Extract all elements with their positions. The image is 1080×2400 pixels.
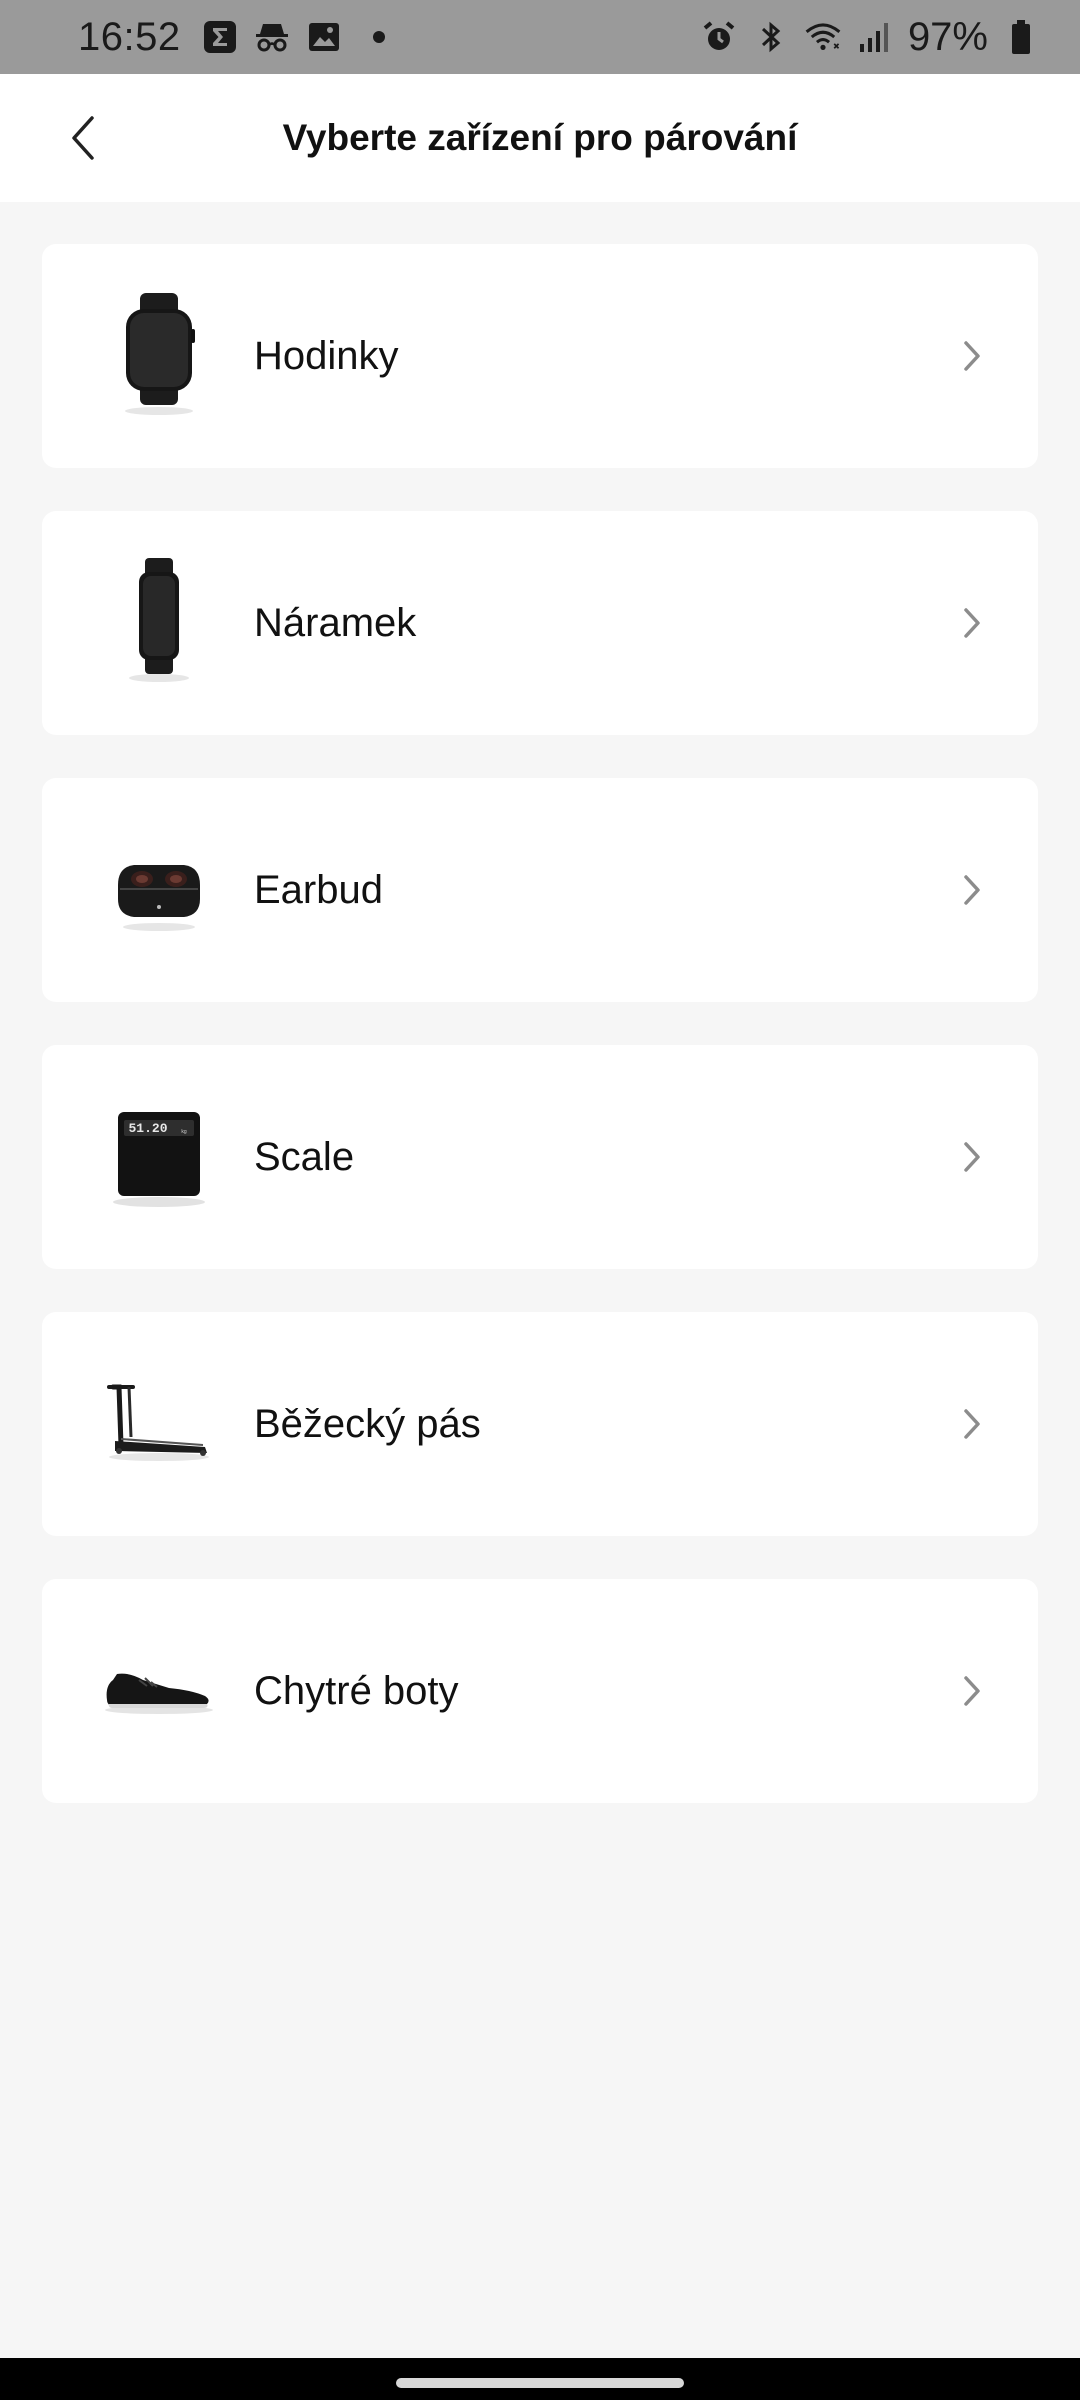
device-label: Earbud [254,867,383,912]
bluetooth-icon [752,18,790,56]
device-label: Běžecký pás [254,1401,481,1446]
chevron-right-icon [942,593,1002,653]
alarm-icon [700,18,738,56]
scale-reading: 51.20 [128,1121,167,1136]
incognito-icon [253,18,291,56]
home-gesture-pill[interactable] [396,2378,684,2388]
scale-icon: 51.20 kg [94,1085,224,1225]
device-item-scale[interactable]: 51.20 kg Scale [42,1045,1038,1269]
svg-text:kg: kg [181,1129,187,1135]
chevron-right-icon [942,1127,1002,1187]
status-bar: 16:52 97% [0,0,1080,74]
status-time: 16:52 [78,14,181,59]
device-item-shoes[interactable]: Chytré boty [42,1579,1038,1803]
device-label: Chytré boty [254,1668,459,1713]
header: Vyberte zařízení pro párování [0,74,1080,202]
device-item-watch[interactable]: Hodinky [42,244,1038,468]
back-button[interactable] [48,104,116,172]
device-item-treadmill[interactable]: Běžecký pás [42,1312,1038,1536]
chevron-right-icon [942,326,1002,386]
page-title: Vyberte zařízení pro párování [282,117,798,158]
sigma-app-icon [201,18,239,56]
chevron-right-icon [942,1661,1002,1721]
signal-icon [856,18,894,56]
battery-icon [1002,18,1040,56]
chevron-right-icon [942,860,1002,920]
fitness-band-icon [94,551,224,691]
battery-percent: 97% [907,14,988,59]
back-arrow-icon [72,116,94,160]
device-label: Náramek [254,600,417,645]
wifi-icon [804,18,842,56]
notification-dot-icon [372,31,385,43]
device-label: Hodinky [254,333,399,378]
smartwatch-icon [94,284,224,424]
gallery-icon [305,18,343,56]
device-label: Scale [254,1134,355,1179]
device-item-band[interactable]: Náramek [42,511,1038,735]
system-nav-bar [0,2358,1080,2400]
device-item-earbud[interactable]: Earbud [42,778,1038,1002]
treadmill-icon [94,1352,224,1492]
status-left: 16:52 [78,15,385,60]
earbuds-case-icon [94,818,224,958]
status-right: 97% [700,15,1040,60]
chevron-right-icon [942,1394,1002,1454]
device-list: Hodinky Náramek Earbud 51.20 kg Scale Bě… [42,244,1038,1846]
smart-shoe-icon [94,1619,224,1759]
